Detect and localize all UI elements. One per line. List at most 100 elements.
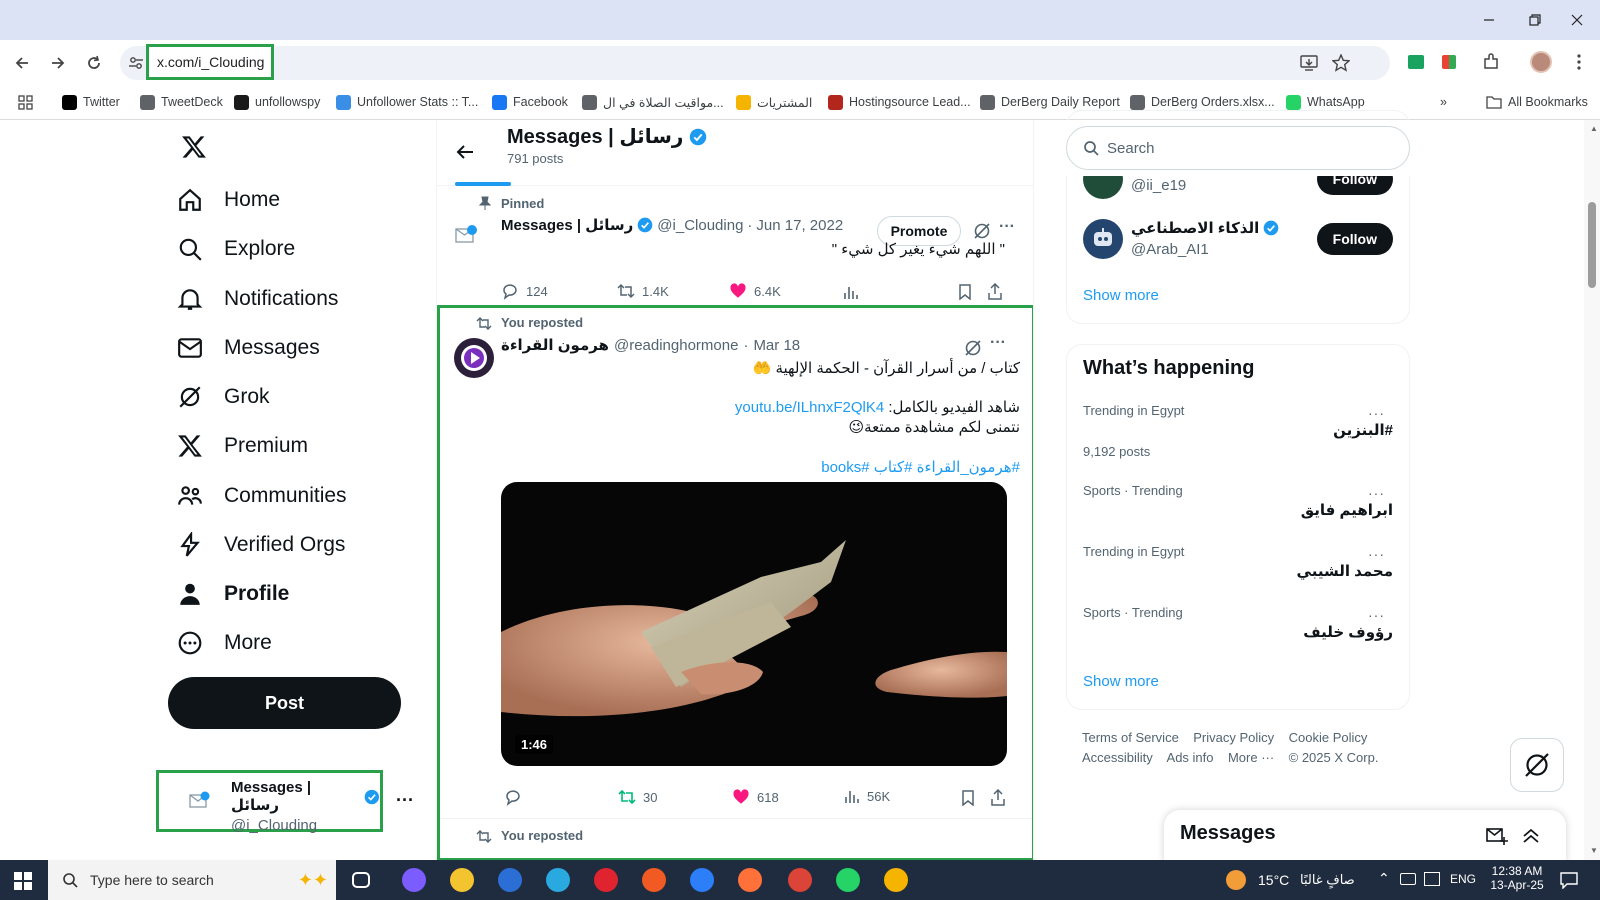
pinned-handle[interactable]: @i_Clouding <box>657 217 743 234</box>
bookmark-icon[interactable] <box>957 284 973 300</box>
tray-chevron-icon[interactable]: ⌃ <box>1378 870 1390 887</box>
opera-icon[interactable] <box>594 868 618 892</box>
site-settings-icon[interactable] <box>128 55 144 71</box>
bookmark-item[interactable]: Unfollower Stats :: T... <box>336 86 478 118</box>
youtube-link[interactable]: youtu.be/ILhnxF2QlK4 <box>735 399 884 416</box>
bookmark-item[interactable]: TweetDeck <box>140 86 223 118</box>
network-icon[interactable] <box>1424 872 1440 886</box>
cookie-link[interactable]: Cookie Policy <box>1289 730 1368 745</box>
reposted-tweet[interactable]: You reposted هرمون القراءة @readinghormo… <box>437 305 1033 860</box>
extensions-puzzle-icon[interactable] <box>1482 53 1500 71</box>
ads-info-link[interactable]: Ads info <box>1167 750 1214 765</box>
page-scrollbar[interactable]: ▲ ▼ <box>1584 120 1600 860</box>
author-avatar[interactable] <box>454 338 494 378</box>
post-button[interactable]: Post <box>168 677 401 729</box>
close-window-button[interactable] <box>1554 0 1600 40</box>
video-player[interactable]: 1:46 <box>501 482 1007 766</box>
tweet-more-icon[interactable]: ··· <box>990 334 1006 352</box>
browser-menu-icon[interactable] <box>1576 53 1582 71</box>
nav-item-messages[interactable]: Messages <box>176 328 320 368</box>
taskbar-search-input[interactable]: Type here to search ✦✦ <box>48 860 336 900</box>
suggestion-handle[interactable]: @Arab_AI1 <box>1131 241 1209 258</box>
like-button[interactable]: 618 <box>732 788 779 806</box>
bookmark-icon[interactable] <box>960 790 976 806</box>
notification-center-icon[interactable] <box>1560 871 1578 889</box>
firefox-dev-icon[interactable] <box>690 868 714 892</box>
bookmark-item[interactable]: Twitter <box>62 86 120 118</box>
accessibility-link[interactable]: Accessibility <box>1082 750 1153 765</box>
scroll-down-arrow-icon[interactable]: ▼ <box>1590 846 1598 855</box>
bookmark-item[interactable]: Hostingsource Lead... <box>828 86 971 118</box>
share-icon[interactable] <box>987 283 1003 300</box>
more-bookmarks-icon[interactable]: » <box>1440 86 1447 118</box>
search-input[interactable]: Search <box>1066 126 1410 170</box>
language-indicator[interactable]: ENG <box>1450 872 1476 886</box>
nav-item-grok[interactable]: Grok <box>176 377 270 417</box>
new-message-icon[interactable] <box>1486 826 1508 846</box>
account-more-icon[interactable]: ··· <box>396 790 414 811</box>
back-arrow-icon[interactable] <box>455 142 475 162</box>
chevron-up-double-icon[interactable] <box>1522 828 1540 844</box>
pinned-like-button[interactable]: 6.4K <box>729 282 781 300</box>
grok-floating-button[interactable] <box>1510 738 1564 792</box>
weather-icon[interactable] <box>1226 870 1246 890</box>
store-icon[interactable] <box>498 868 522 892</box>
clock[interactable]: 12:38 AM 13-Apr-25 <box>1486 864 1548 892</box>
pinned-more-icon[interactable]: ··· <box>999 218 1015 236</box>
task-view-icon[interactable] <box>352 872 370 888</box>
reply-button[interactable] <box>504 788 522 806</box>
pinned-reply-button[interactable]: 124 <box>501 282 548 300</box>
views-button[interactable]: 56K <box>844 788 890 804</box>
copilot-icon[interactable] <box>402 868 426 892</box>
firefox-icon[interactable] <box>738 868 762 892</box>
chrome-canary-icon[interactable] <box>884 868 908 892</box>
share-icon[interactable] <box>990 789 1006 806</box>
suggestion-handle[interactable]: @ii_e19 <box>1131 177 1186 194</box>
suggestion-name[interactable]: الذكاء الاصطناعي <box>1131 219 1259 237</box>
forward-button[interactable] <box>44 49 72 77</box>
nav-item-explore[interactable]: Explore <box>176 229 295 269</box>
weather-desc[interactable]: صافٍ غالبًا <box>1300 872 1355 888</box>
nav-item-premium[interactable]: Premium <box>176 426 308 466</box>
bookmark-item[interactable]: Facebook <box>492 86 568 118</box>
grok-icon[interactable] <box>964 339 982 357</box>
url-text[interactable]: x.com/i_Clouding <box>146 44 274 80</box>
nav-item-home[interactable]: Home <box>176 180 280 220</box>
author-handle[interactable]: @readinghormone <box>614 337 738 354</box>
show-more-link[interactable]: Show more <box>1083 287 1159 304</box>
nav-item-communities[interactable]: Communities <box>176 476 347 516</box>
scrollbar-thumb[interactable] <box>1588 202 1596 288</box>
pinned-avatar[interactable] <box>455 224 479 244</box>
whatsapp-icon[interactable] <box>836 868 860 892</box>
trend-more-icon[interactable]: ··· <box>1368 546 1385 562</box>
nav-item-more[interactable]: More <box>176 623 272 663</box>
bookmark-star-icon[interactable] <box>1332 54 1350 72</box>
tweet-hashtags[interactable]: #هرمون_القراءة #كتاب #books <box>821 458 1020 476</box>
author-name[interactable]: هرمون القراءة <box>501 336 609 354</box>
minimize-button[interactable] <box>1466 0 1512 40</box>
brave-icon[interactable] <box>642 868 666 892</box>
file-explorer-icon[interactable] <box>450 868 474 892</box>
nav-item-profile[interactable]: Profile <box>176 574 289 614</box>
messages-dock[interactable]: Messages <box>1164 810 1566 862</box>
suggestion-avatar[interactable] <box>1083 219 1123 259</box>
nav-item-verified-orgs[interactable]: Verified Orgs <box>176 525 345 565</box>
back-button[interactable] <box>8 49 36 77</box>
install-app-icon[interactable] <box>1300 54 1318 72</box>
chrome-icon[interactable] <box>788 868 812 892</box>
show-more-trends-link[interactable]: Show more <box>1083 673 1159 690</box>
bookmark-item[interactable]: unfollowspy <box>234 86 320 118</box>
snip-icon[interactable] <box>546 868 570 892</box>
scroll-up-arrow-icon[interactable]: ▲ <box>1590 124 1598 133</box>
weather-temp[interactable]: 15°C <box>1258 872 1289 888</box>
pinned-tweet[interactable]: Pinned Messages | رسائل @i_Clouding · Ju… <box>437 186 1033 306</box>
privacy-link[interactable]: Privacy Policy <box>1193 730 1274 745</box>
trend-more-icon[interactable]: ··· <box>1368 485 1385 501</box>
nav-item-notifications[interactable]: Notifications <box>176 279 338 319</box>
tweet-date[interactable]: Mar 18 <box>753 337 800 354</box>
extension-mail-icon[interactable] <box>1408 55 1424 69</box>
repost-button[interactable]: 30 <box>618 788 657 806</box>
views-chart-icon[interactable] <box>843 284 859 300</box>
bookmark-item[interactable]: المشتريات <box>736 86 812 118</box>
pinned-author-name[interactable]: Messages | رسائل <box>501 216 633 234</box>
